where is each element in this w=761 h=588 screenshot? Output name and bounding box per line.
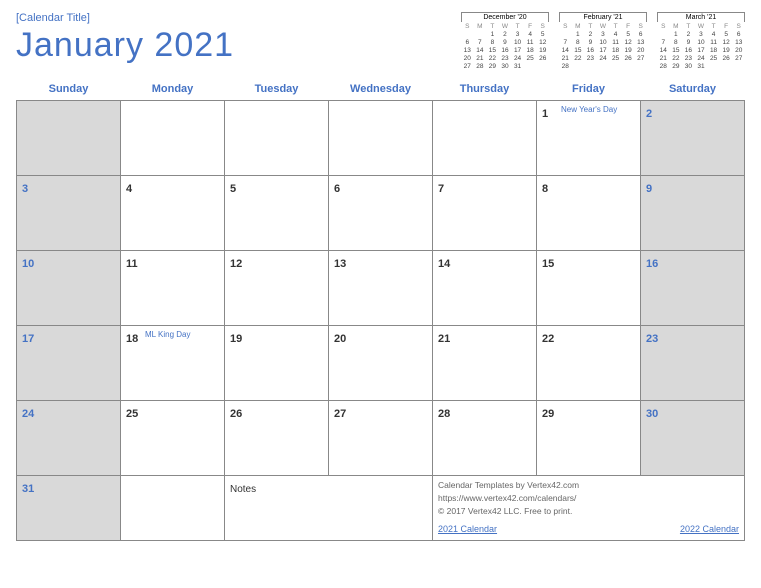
day-cell: 12 (225, 251, 329, 326)
day-cell: 1 New Year's Day (537, 101, 641, 176)
credit-line: Calendar Templates by Vertex42.com (438, 479, 739, 492)
day-number: 20 (334, 333, 346, 345)
day-number: 26 (230, 408, 242, 420)
notes-label: Notes (230, 484, 256, 495)
day-number: 11 (126, 258, 138, 270)
day-cell: 17 (17, 326, 121, 401)
mini-calendar: March '21SMTWTFS123456789101112131415161… (657, 12, 745, 70)
day-cell: 28 (433, 401, 537, 476)
day-cell: 8 (537, 176, 641, 251)
day-cell: 4 (121, 176, 225, 251)
dow-header: Thursday (433, 78, 537, 101)
day-number: 1 (542, 108, 548, 120)
day-number: 30 (646, 408, 658, 420)
day-cell: 13 (329, 251, 433, 326)
day-number: 13 (334, 258, 346, 270)
event-label: New Year's Day (561, 105, 617, 114)
day-cell (225, 101, 329, 176)
day-number: 16 (646, 258, 658, 270)
calendar-grid: SundayMondayTuesdayWednesdayThursdayFrid… (16, 78, 745, 541)
day-number: 17 (22, 333, 34, 345)
dow-header: Sunday (17, 78, 121, 101)
mini-calendar-title: December '20 (461, 12, 549, 22)
dow-header: Tuesday (225, 78, 329, 101)
event-label: ML King Day (145, 330, 191, 339)
day-cell: 11 (121, 251, 225, 326)
day-number: 22 (542, 333, 554, 345)
dow-header: Friday (537, 78, 641, 101)
day-number: 29 (542, 408, 554, 420)
day-number: 31 (22, 483, 34, 495)
day-cell (329, 101, 433, 176)
day-cell: 9 (641, 176, 745, 251)
day-cell: 18 ML King Day (121, 326, 225, 401)
dow-header: Wednesday (329, 78, 433, 101)
day-cell (433, 101, 537, 176)
day-number: 15 (542, 258, 554, 270)
dow-header: Monday (121, 78, 225, 101)
day-cell: 21 (433, 326, 537, 401)
calendar-link-2021[interactable]: 2021 Calendar (438, 523, 497, 537)
day-number: 8 (542, 183, 548, 195)
credit-line: https://www.vertex42.com/calendars/ (438, 492, 739, 505)
day-cell: 27 (329, 401, 433, 476)
mini-calendar: February '21SMTWTFS123456789101112131415… (559, 12, 647, 70)
day-cell: 29 (537, 401, 641, 476)
day-cell: 31 (17, 476, 121, 541)
day-cell: 15 (537, 251, 641, 326)
notes-cell: Notes (225, 476, 433, 541)
credits-cell: Calendar Templates by Vertex42.comhttps:… (433, 476, 745, 541)
day-cell: 7 (433, 176, 537, 251)
day-cell (17, 101, 121, 176)
day-cell: 26 (225, 401, 329, 476)
day-number: 12 (230, 258, 242, 270)
day-number: 18 (126, 333, 138, 345)
day-number: 21 (438, 333, 450, 345)
day-number: 6 (334, 183, 340, 195)
day-cell: 19 (225, 326, 329, 401)
day-number: 3 (22, 183, 28, 195)
day-number: 28 (438, 408, 450, 420)
day-number: 25 (126, 408, 138, 420)
day-cell: 30 (641, 401, 745, 476)
day-number: 7 (438, 183, 444, 195)
day-cell: 24 (17, 401, 121, 476)
mini-calendar: December '20SMTWTFS123456789101112131415… (461, 12, 549, 70)
day-number: 10 (22, 258, 34, 270)
calendar-link-2022[interactable]: 2022 Calendar (680, 523, 739, 537)
day-cell: 5 (225, 176, 329, 251)
day-number: 2 (646, 108, 652, 120)
day-cell: 14 (433, 251, 537, 326)
day-cell: 2 (641, 101, 745, 176)
day-number: 19 (230, 333, 242, 345)
mini-calendar-title: March '21 (657, 12, 745, 22)
mini-calendar-title: February '21 (559, 12, 647, 22)
day-number: 14 (438, 258, 450, 270)
day-number: 23 (646, 333, 658, 345)
day-cell: 25 (121, 401, 225, 476)
day-cell: 16 (641, 251, 745, 326)
day-cell: 22 (537, 326, 641, 401)
day-number: 24 (22, 408, 34, 420)
month-year-title: January 2021 (16, 26, 461, 65)
mini-calendars: December '20SMTWTFS123456789101112131415… (461, 12, 745, 70)
day-cell: 20 (329, 326, 433, 401)
calendar-title-placeholder: [Calendar Title] (16, 12, 461, 24)
credit-line: © 2017 Vertex42 LLC. Free to print. (438, 505, 739, 518)
day-cell: 23 (641, 326, 745, 401)
day-number: 5 (230, 183, 236, 195)
dow-header: Saturday (641, 78, 745, 101)
day-number: 9 (646, 183, 652, 195)
day-number: 4 (126, 183, 132, 195)
day-cell (121, 101, 225, 176)
day-number: 27 (334, 408, 346, 420)
day-cell: 10 (17, 251, 121, 326)
day-cell: 6 (329, 176, 433, 251)
day-cell: 3 (17, 176, 121, 251)
